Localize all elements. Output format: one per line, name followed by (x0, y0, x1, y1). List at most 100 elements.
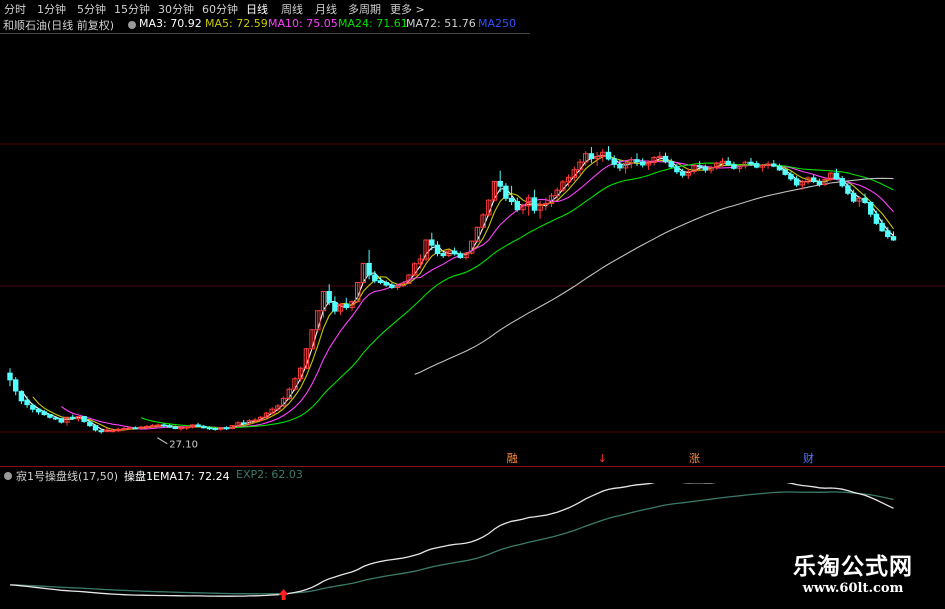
candle (18, 390, 25, 404)
candle (828, 171, 834, 182)
candle (30, 403, 36, 413)
candle (640, 158, 646, 168)
candle (343, 297, 350, 310)
candle (81, 415, 87, 423)
candle (292, 377, 298, 391)
candle (503, 183, 509, 202)
candle (451, 247, 458, 256)
candle (166, 424, 173, 428)
annotation-pointer (157, 437, 168, 445)
candle (223, 426, 230, 430)
candle (457, 251, 464, 259)
candle (668, 158, 674, 169)
ma10-label: MA10: 75.05 (268, 17, 338, 30)
candle (309, 329, 315, 350)
tab-0[interactable]: 分时 (4, 1, 26, 17)
tab-10[interactable]: 更多 > (390, 1, 425, 17)
candle (92, 424, 99, 432)
event-marker-0[interactable]: 融 (507, 452, 518, 465)
candle (691, 163, 697, 175)
candle (377, 277, 384, 285)
candle (560, 179, 566, 193)
candle (856, 196, 862, 207)
candle (75, 415, 82, 422)
tab-5[interactable]: 60分钟 (202, 1, 238, 17)
candle (622, 161, 629, 174)
candle (87, 420, 93, 428)
buy-arrow-icon (278, 589, 289, 600)
candle (588, 146, 595, 163)
candle (58, 417, 64, 424)
candle (776, 163, 783, 171)
candle (195, 422, 201, 428)
candle (480, 213, 486, 230)
tab-6[interactable]: 日线 (246, 1, 268, 17)
tab-2[interactable]: 5分钟 (77, 1, 106, 17)
candle (508, 185, 515, 206)
candle (366, 249, 372, 280)
candle (868, 201, 874, 217)
candle (35, 408, 42, 415)
candle (13, 377, 19, 396)
candle (389, 282, 395, 289)
candle (434, 241, 441, 257)
candle (360, 262, 367, 284)
tab-4[interactable]: 30分钟 (158, 1, 194, 17)
candle (634, 153, 640, 166)
candle (873, 210, 880, 225)
ma-legend: 和顺石油(日线 前复权) MA3: 70.92 MA5: 72.59 MA10:… (0, 16, 945, 33)
candlestick-chart[interactable]: 27.10 融 ↓ 涨 财 (0, 34, 945, 466)
indicator-legend: 寂1号操盘线(17,50) 操盘1EMA17: 72.24 EXP2: 62.0… (0, 467, 945, 483)
candle (890, 231, 897, 241)
tab-8[interactable]: 月线 (315, 1, 337, 17)
candle (759, 164, 766, 172)
candle (662, 152, 669, 164)
ma250-label: MA250 (478, 17, 517, 30)
ma3-label: MA3: 70.92 (139, 17, 202, 30)
candle (241, 420, 247, 425)
watermark-url: www.60lt.com (802, 581, 904, 596)
tab-1[interactable]: 1分钟 (37, 1, 66, 17)
tab-9[interactable]: 多周期 (348, 1, 381, 17)
watermark: 乐淘公式网 www.60lt.com (767, 553, 939, 597)
candle (412, 262, 418, 277)
indicator-ema17-line (9, 483, 894, 597)
ma10-line (60, 159, 894, 430)
candle (463, 251, 469, 260)
event-marker-1[interactable]: ↓ (598, 452, 607, 465)
candle (771, 159, 777, 168)
stock-title: 和顺石油(日线 前复权) (3, 19, 115, 32)
candle (605, 146, 612, 161)
candle (474, 226, 481, 243)
candle (486, 199, 492, 217)
period-tabs: 分时 1分钟 5分钟 15分钟 30分钟 60分钟 日线 周线 月线 多周期 更多 > (0, 0, 945, 17)
candle (514, 197, 520, 212)
candle (218, 427, 224, 431)
candle (708, 165, 714, 174)
indicator-line1-label: 操盘1EMA17: 72.24 (124, 470, 230, 483)
candle (286, 387, 293, 401)
event-marker-2[interactable]: 涨 (689, 452, 700, 465)
candle (303, 347, 310, 370)
tab-3[interactable]: 15分钟 (114, 1, 150, 17)
ma72-label: MA72: 51.76 (406, 17, 476, 30)
candle (731, 161, 737, 170)
candle (833, 168, 840, 180)
tab-7[interactable]: 周线 (281, 1, 303, 17)
candle (685, 169, 691, 179)
candle (326, 284, 332, 306)
event-marker-3[interactable]: 财 (803, 451, 814, 465)
ma5-label: MA5: 72.59 (205, 17, 268, 30)
candle (332, 296, 338, 315)
indicator-exp2-line (9, 491, 894, 595)
candle (201, 424, 207, 429)
candle (594, 151, 600, 166)
candle (491, 180, 498, 202)
indicator-line2-label: EXP2: 62.03 (236, 468, 303, 481)
ma24-label: MA24: 71.61 (338, 17, 408, 30)
watermark-title: 乐淘公式网 (793, 553, 913, 580)
candle (315, 310, 321, 333)
candle (879, 219, 885, 232)
candle (754, 160, 760, 169)
candle (7, 368, 13, 387)
